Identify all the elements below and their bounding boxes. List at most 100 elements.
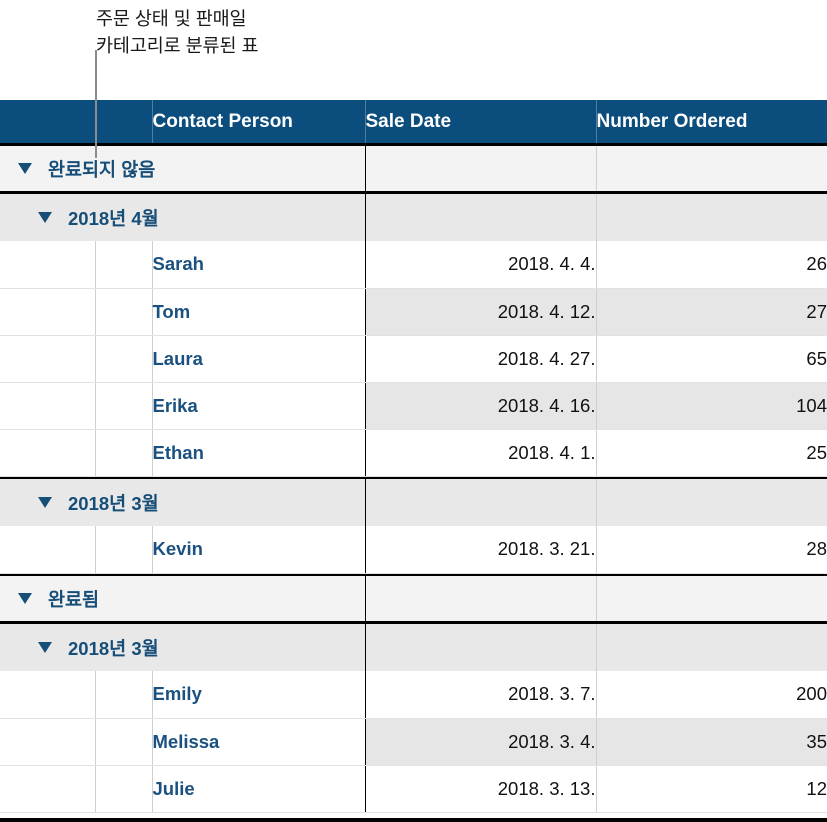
row-blank-cell-1[interactable] <box>0 526 96 574</box>
row-blank-cell-2[interactable] <box>95 765 153 813</box>
column-header-contact-person[interactable]: Contact Person <box>152 100 366 143</box>
cell-sale-date[interactable]: 2018. 3. 7. <box>365 671 597 719</box>
table-row[interactable]: Emily 2018. 3. 7. 200 <box>0 671 827 719</box>
cell-number-ordered[interactable]: 65 <box>596 335 827 383</box>
cell-sale-date[interactable]: 2018. 4. 16. <box>365 382 597 430</box>
group-row-sale-date-cell <box>365 194 597 241</box>
table-row[interactable]: Kevin 2018. 3. 21. 28 <box>0 526 827 574</box>
group-label-wrapper: 2018년 3월 <box>0 479 365 526</box>
row-blank-cell-1[interactable] <box>0 671 96 719</box>
row-blank-cell-2[interactable] <box>95 241 153 289</box>
group-label: 완료됨 <box>48 588 100 610</box>
row-blank-cell-1[interactable] <box>0 241 96 289</box>
cell-sale-date[interactable]: 2018. 4. 4. <box>365 241 597 289</box>
table-body: 완료되지 않음 2018년 4월 Sarah 2018. 4. 4. 26 Tom 2018… <box>0 143 827 813</box>
group-row-number-ordered-cell <box>596 146 827 191</box>
group-row-level-1[interactable]: 완료됨 <box>0 576 827 621</box>
cell-number-ordered[interactable]: 25 <box>596 429 827 477</box>
row-blank-cell-2[interactable] <box>95 382 153 430</box>
column-header-blank-2[interactable] <box>95 100 153 143</box>
group-label: 2018년 3월 <box>68 492 159 514</box>
table-row[interactable]: Ethan 2018. 4. 1. 25 <box>0 429 827 477</box>
group-row-level-1[interactable]: 완료되지 않음 <box>0 146 827 191</box>
group-row-level-2[interactable]: 2018년 3월 <box>0 479 827 526</box>
row-blank-cell-2[interactable] <box>95 335 153 383</box>
cell-sale-date[interactable]: 2018. 3. 4. <box>365 718 597 766</box>
cell-contact-person[interactable]: Tom <box>152 288 366 336</box>
group-label-cell[interactable]: 2018년 3월 <box>0 479 366 526</box>
group-label-wrapper: 완료되지 않음 <box>0 146 365 191</box>
cell-contact-person[interactable]: Ethan <box>152 429 366 477</box>
group-row-sale-date-cell <box>365 479 597 526</box>
group-row-number-ordered-cell <box>596 576 827 621</box>
group-label-cell[interactable]: 완료되지 않음 <box>0 146 366 191</box>
group-label-cell[interactable]: 완료됨 <box>0 576 366 621</box>
disclosure-triangle-down-icon[interactable] <box>18 163 32 174</box>
group-row-number-ordered-cell <box>596 194 827 241</box>
row-blank-cell-1[interactable] <box>0 718 96 766</box>
row-blank-cell-2[interactable] <box>95 429 153 477</box>
table-row[interactable]: Erika 2018. 4. 16. 104 <box>0 382 827 430</box>
group-label-wrapper: 2018년 4월 <box>0 194 365 241</box>
column-header-blank-1[interactable] <box>0 100 96 143</box>
cell-number-ordered[interactable]: 26 <box>596 241 827 289</box>
disclosure-triangle-down-icon[interactable] <box>18 593 32 604</box>
callout-annotation: 주문 상태 및 판매일 카테고리로 분류된 표 <box>0 0 827 100</box>
disclosure-triangle-down-icon[interactable] <box>38 497 52 508</box>
column-header-sale-date[interactable]: Sale Date <box>365 100 597 143</box>
group-label: 완료되지 않음 <box>48 158 156 180</box>
table-bottom-rule <box>0 818 827 822</box>
group-row-sale-date-cell <box>365 624 597 671</box>
row-blank-cell-2[interactable] <box>95 526 153 574</box>
table-row[interactable]: Laura 2018. 4. 27. 65 <box>0 335 827 383</box>
column-header-number-ordered[interactable]: Number Ordered <box>596 100 827 143</box>
cell-number-ordered[interactable]: 28 <box>596 526 827 574</box>
cell-number-ordered[interactable]: 12 <box>596 765 827 813</box>
cell-sale-date[interactable]: 2018. 3. 13. <box>365 765 597 813</box>
row-blank-cell-2[interactable] <box>95 671 153 719</box>
row-blank-cell-2[interactable] <box>95 718 153 766</box>
callout-text: 주문 상태 및 판매일 카테고리로 분류된 표 <box>96 8 259 56</box>
row-blank-cell-1[interactable] <box>0 429 96 477</box>
row-blank-cell-1[interactable] <box>0 382 96 430</box>
group-row-level-2[interactable]: 2018년 4월 <box>0 194 827 241</box>
row-blank-cell-2[interactable] <box>95 288 153 336</box>
group-label: 2018년 3월 <box>68 637 159 659</box>
callout-leader-line <box>95 50 97 158</box>
cell-number-ordered[interactable]: 200 <box>596 671 827 719</box>
group-label-wrapper: 2018년 3월 <box>0 624 365 671</box>
cell-sale-date[interactable]: 2018. 3. 21. <box>365 526 597 574</box>
group-row-sale-date-cell <box>365 146 597 191</box>
row-blank-cell-1[interactable] <box>0 335 96 383</box>
group-row-sale-date-cell <box>365 576 597 621</box>
table-row[interactable]: Julie 2018. 3. 13. 12 <box>0 765 827 813</box>
group-label: 2018년 4월 <box>68 207 159 229</box>
categorized-table: Contact Person Sale Date Number Ordered … <box>0 100 827 813</box>
table-row[interactable]: Melissa 2018. 3. 4. 35 <box>0 718 827 766</box>
group-label-cell[interactable]: 2018년 4월 <box>0 194 366 241</box>
cell-sale-date[interactable]: 2018. 4. 1. <box>365 429 597 477</box>
table-row[interactable]: Tom 2018. 4. 12. 27 <box>0 288 827 336</box>
cell-contact-person[interactable]: Emily <box>152 671 366 719</box>
group-row-number-ordered-cell <box>596 479 827 526</box>
cell-number-ordered[interactable]: 104 <box>596 382 827 430</box>
table-row[interactable]: Sarah 2018. 4. 4. 26 <box>0 241 827 289</box>
table-header-row: Contact Person Sale Date Number Ordered <box>0 100 827 143</box>
cell-contact-person[interactable]: Kevin <box>152 526 366 574</box>
group-row-level-2[interactable]: 2018년 3월 <box>0 624 827 671</box>
cell-number-ordered[interactable]: 35 <box>596 718 827 766</box>
row-blank-cell-1[interactable] <box>0 765 96 813</box>
row-blank-cell-1[interactable] <box>0 288 96 336</box>
group-label-wrapper: 완료됨 <box>0 576 365 621</box>
cell-contact-person[interactable]: Julie <box>152 765 366 813</box>
cell-contact-person[interactable]: Laura <box>152 335 366 383</box>
cell-sale-date[interactable]: 2018. 4. 27. <box>365 335 597 383</box>
cell-sale-date[interactable]: 2018. 4. 12. <box>365 288 597 336</box>
cell-number-ordered[interactable]: 27 <box>596 288 827 336</box>
cell-contact-person[interactable]: Erika <box>152 382 366 430</box>
disclosure-triangle-down-icon[interactable] <box>38 212 52 223</box>
cell-contact-person[interactable]: Sarah <box>152 241 366 289</box>
group-label-cell[interactable]: 2018년 3월 <box>0 624 366 671</box>
cell-contact-person[interactable]: Melissa <box>152 718 366 766</box>
disclosure-triangle-down-icon[interactable] <box>38 642 52 653</box>
